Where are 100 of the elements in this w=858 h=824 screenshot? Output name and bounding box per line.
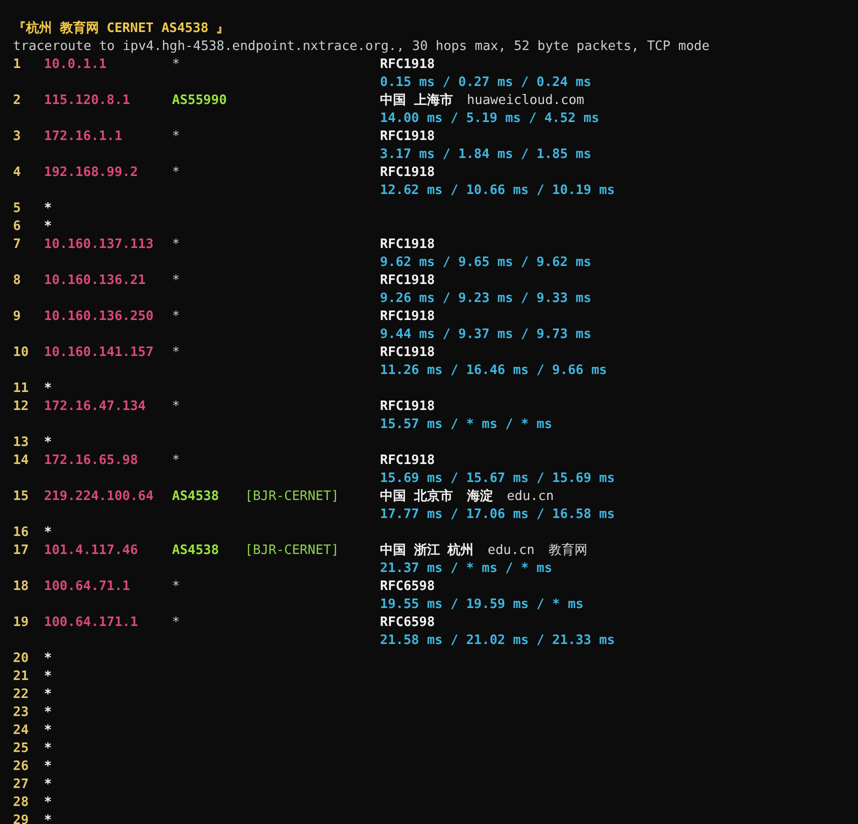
as-number: * — [172, 453, 180, 468]
hop-number: 8 — [13, 273, 21, 288]
ip-address: 10.160.137.113 — [44, 237, 154, 252]
location-text: RFC1918 — [380, 272, 435, 290]
hop-number: 9 — [13, 309, 21, 324]
as-number: * — [172, 579, 180, 594]
hop-number: 19 — [13, 615, 29, 630]
ip-address: 10.160.141.157 — [44, 345, 154, 360]
ip-address: 10.160.136.21 — [44, 273, 146, 288]
hop-number: 22 — [13, 687, 29, 702]
timeout-asterisk: * — [44, 687, 52, 702]
as-number: * — [172, 237, 180, 252]
latency-text: 3.17 ms / 1.84 ms / 1.85 ms — [380, 146, 592, 164]
hop-number: 28 — [13, 795, 29, 810]
hop-number: 18 — [13, 579, 29, 594]
latency-text: 12.62 ms / 10.66 ms / 10.19 ms — [380, 182, 615, 200]
domain-text: edu.cn — [488, 542, 535, 560]
hop-number: 2 — [13, 93, 21, 108]
hop-number: 24 — [13, 723, 29, 738]
ip-address: 172.16.65.98 — [44, 453, 138, 468]
timeout-asterisk: * — [44, 669, 52, 684]
hop-number: 17 — [13, 543, 29, 558]
hop-number: 16 — [13, 525, 29, 540]
hop-number: 25 — [13, 741, 29, 756]
timeout-asterisk: * — [44, 219, 52, 234]
timeout-asterisk: * — [44, 201, 52, 216]
timeout-asterisk: * — [44, 795, 52, 810]
hop-number: 21 — [13, 669, 29, 684]
latency-text: 21.58 ms / 21.02 ms / 21.33 ms — [380, 632, 615, 650]
trace-title: 『杭州 教育网 CERNET AS4538 』 — [13, 21, 230, 36]
latency-text: 19.55 ms / 19.59 ms / * ms — [380, 596, 584, 614]
latency-text: 11.26 ms / 16.46 ms / 9.66 ms — [380, 362, 607, 380]
latency-text: 21.37 ms / * ms / * ms — [380, 560, 552, 578]
location-text: RFC1918 — [380, 344, 435, 362]
latency-text: 0.15 ms / 0.27 ms / 0.24 ms — [380, 74, 592, 92]
location-text: RFC1918 — [380, 164, 435, 182]
timeout-asterisk: * — [44, 777, 52, 792]
timeout-asterisk: * — [44, 741, 52, 756]
hop-number: 26 — [13, 759, 29, 774]
hop-number: 1 — [13, 57, 21, 72]
ip-address: 172.16.1.1 — [44, 129, 122, 144]
as-number: * — [172, 399, 180, 414]
as-number: AS4538 — [172, 543, 219, 558]
as-number: * — [172, 273, 180, 288]
hop-number: 13 — [13, 435, 29, 450]
latency-text: 9.44 ms / 9.37 ms / 9.73 ms — [380, 326, 592, 344]
hop-number: 23 — [13, 705, 29, 720]
domain-text: huaweicloud.com — [466, 92, 584, 110]
as-number: * — [172, 345, 180, 360]
timeout-asterisk: * — [44, 705, 52, 720]
ip-address: 10.160.136.250 — [44, 309, 154, 324]
hop-number: 4 — [13, 165, 21, 180]
location-text: 中国 浙江 杭州 — [380, 542, 474, 560]
ip-address: 101.4.117.46 — [44, 543, 138, 558]
location-text: 中国 北京市 — [380, 488, 453, 506]
latency-text: 17.77 ms / 17.06 ms / 16.58 ms — [380, 506, 615, 524]
ip-address: 219.224.100.64 — [44, 489, 154, 504]
ip-address: 10.0.1.1 — [44, 57, 107, 72]
latency-text: 15.57 ms / * ms / * ms — [380, 416, 552, 434]
as-number: * — [172, 165, 180, 180]
hop-number: 7 — [13, 237, 21, 252]
ip-address: 172.16.47.134 — [44, 399, 146, 414]
latency-text: 15.69 ms / 15.67 ms / 15.69 ms — [380, 470, 615, 488]
hop-number: 14 — [13, 453, 29, 468]
as-number: * — [172, 57, 180, 72]
location-text: 中国 上海市 — [380, 92, 453, 110]
location-text: RFC1918 — [380, 308, 435, 326]
location-text: RFC1918 — [380, 236, 435, 254]
hop-number: 6 — [13, 219, 21, 234]
hop-number: 27 — [13, 777, 29, 792]
timeout-asterisk: * — [44, 525, 52, 540]
domain-text: edu.cn — [506, 488, 554, 506]
ip-address: 100.64.71.1 — [44, 579, 130, 594]
timeout-asterisk: * — [44, 435, 52, 450]
timeout-asterisk: * — [44, 381, 52, 396]
hop-number: 20 — [13, 651, 29, 666]
location-text: RFC1918 — [380, 452, 435, 470]
as-number: * — [172, 129, 180, 144]
location-text: RFC1918 — [380, 398, 435, 416]
network-tag: [BJR-CERNET] — [245, 489, 339, 504]
latency-text: 14.00 ms / 5.19 ms / 4.52 ms — [380, 110, 600, 128]
as-number: * — [172, 615, 180, 630]
location-text: RFC6598 — [380, 614, 435, 632]
location-text: RFC6598 — [380, 578, 435, 596]
timeout-asterisk: * — [44, 723, 52, 738]
hop-number: 3 — [13, 129, 21, 144]
timeout-asterisk: * — [44, 759, 52, 774]
latency-text: 9.62 ms / 9.65 ms / 9.62 ms — [380, 254, 592, 272]
as-number: AS55990 — [172, 93, 227, 108]
location-text: RFC1918 — [380, 128, 435, 146]
location-text: 海淀 — [466, 488, 493, 506]
as-number: * — [172, 309, 180, 324]
latency-text: 9.26 ms / 9.23 ms / 9.33 ms — [380, 290, 592, 308]
hop-number: 10 — [13, 345, 29, 360]
ip-address: 192.168.99.2 — [44, 165, 138, 180]
network-tag: [BJR-CERNET] — [245, 543, 339, 558]
location-text: RFC1918 — [380, 56, 435, 74]
ip-address: 100.64.171.1 — [44, 615, 138, 630]
timeout-asterisk: * — [44, 651, 52, 666]
domain-text: 教育网 — [548, 542, 588, 560]
